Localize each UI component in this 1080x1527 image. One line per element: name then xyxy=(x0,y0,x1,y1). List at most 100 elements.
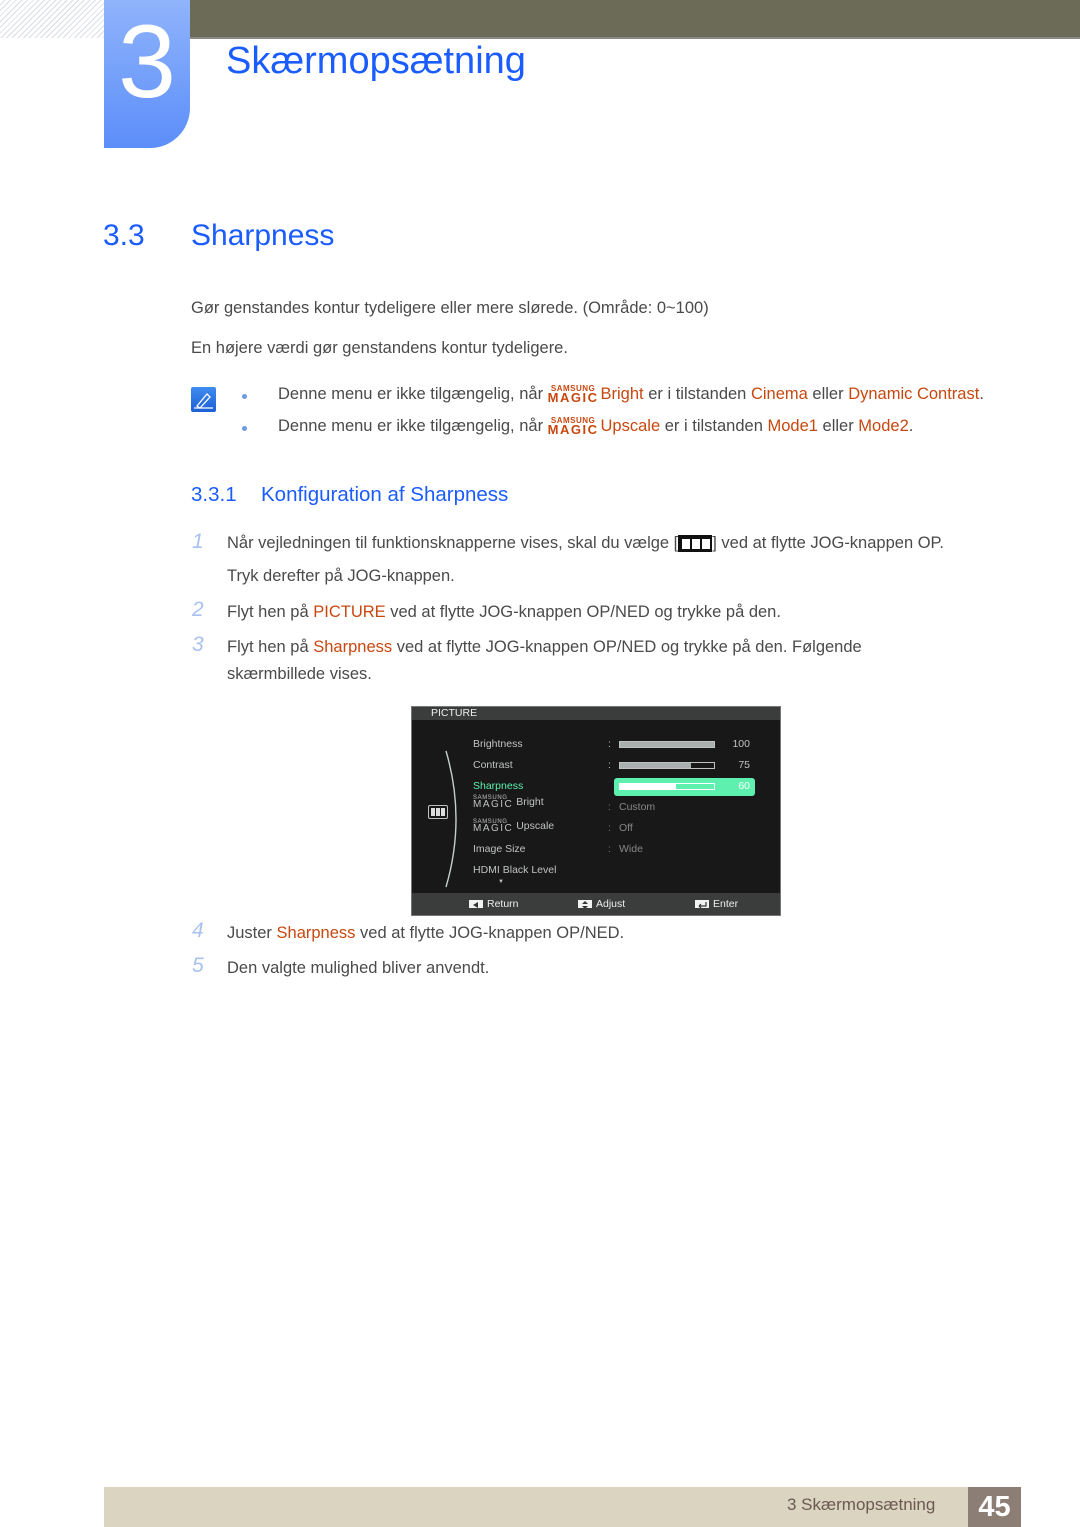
osd-magic-upscale-value: Off xyxy=(619,822,633,834)
step-text: Juster xyxy=(227,924,272,942)
step-text: Når vejledningen til funktionsknapperne … xyxy=(227,534,679,552)
menu-button-icon xyxy=(678,535,713,553)
note-text: Denne menu er ikke tilgængelig, når xyxy=(278,417,544,435)
step-number: 3 xyxy=(192,633,204,656)
samsung-magic-logo: SAMSUNG MAGIC xyxy=(547,384,599,405)
chapter-title: Skærmopsætning xyxy=(226,40,526,82)
note-mode: Mode1 xyxy=(767,417,818,435)
left-arrow-icon xyxy=(469,900,483,909)
osd-sharpness-value: 60 xyxy=(738,780,750,792)
osd-colon: : xyxy=(608,738,611,750)
samsung-magic-logo: SAMSUNG MAGIC xyxy=(473,795,514,810)
note-text: . xyxy=(908,417,914,435)
note-text: . xyxy=(979,385,984,403)
step-3-continued: skærmbillede vises. xyxy=(227,665,372,683)
note-2: Denne menu er ikke tilgængelig, når SAMS… xyxy=(278,416,914,437)
note-text: er i tilstanden xyxy=(648,385,747,403)
step-number: 5 xyxy=(192,954,204,977)
osd-image-size-value: Wide xyxy=(619,843,643,855)
page-number: 45 xyxy=(968,1487,1021,1527)
subsection-title: Konfiguration af Sharpness xyxy=(261,483,509,506)
note-mode: Dynamic Contrast xyxy=(848,385,980,403)
section-number: 3.3 xyxy=(103,219,145,252)
subsection-number: 3.3.1 xyxy=(191,483,237,506)
header-bar xyxy=(190,0,1080,39)
osd-title: PICTURE xyxy=(412,707,780,720)
osd-item-hdmi-black-level[interactable]: HDMI Black Level xyxy=(473,864,556,876)
intro-paragraph-2: En højere værdi gør genstandens kontur t… xyxy=(191,339,568,357)
osd-contrast-value: 75 xyxy=(738,759,750,771)
osd-item-image-size[interactable]: Image Size xyxy=(473,843,526,855)
bullet xyxy=(242,394,247,399)
step-text: Flyt hen på xyxy=(227,603,309,621)
bullet xyxy=(242,426,247,431)
step-highlight: Sharpness xyxy=(313,638,393,656)
osd-return-button[interactable]: Return xyxy=(469,898,519,910)
step-1: Når vejledningen til funktionsknapperne … xyxy=(227,534,944,553)
bar-fill xyxy=(620,784,677,789)
step-number: 2 xyxy=(192,598,204,621)
step-text: ved at flytte JOG-knappen OP/NED. xyxy=(360,924,625,942)
osd-adjust-button[interactable]: Adjust xyxy=(578,898,625,910)
osd-brightness-bar xyxy=(619,741,715,748)
footer-chapter-label: 3 Skærmopsætning xyxy=(787,1495,936,1514)
osd-item-brightness[interactable]: Brightness xyxy=(473,738,523,750)
osd-item-sharpness[interactable]: Sharpness xyxy=(473,780,523,792)
osd-menu-icon xyxy=(428,805,448,819)
step-4: Juster Sharpness ved at flytte JOG-knapp… xyxy=(227,924,624,943)
step-text: ved at flytte JOG-knappen OP/NED og tryk… xyxy=(396,638,862,656)
step-number: 1 xyxy=(192,530,204,553)
note-text: eller xyxy=(822,417,854,435)
note-text: er i tilstanden xyxy=(664,417,763,435)
osd-contrast-bar xyxy=(619,762,715,769)
step-text: ] ved at flytte JOG-knappen OP. xyxy=(712,534,944,552)
step-2: Flyt hen på PICTURE ved at flytte JOG-kn… xyxy=(227,603,781,622)
step-text: Flyt hen på xyxy=(227,638,309,656)
note-mode: Cinema xyxy=(750,385,808,403)
bar-fill xyxy=(620,742,714,747)
bar-fill xyxy=(620,763,691,768)
step-1-continued: Tryk derefter på JOG-knappen. xyxy=(227,567,455,585)
osd-brightness-value: 100 xyxy=(732,738,750,750)
note-text: eller xyxy=(812,385,844,403)
osd-item-magic-upscale[interactable]: SAMSUNG MAGIC Upscale xyxy=(473,819,555,834)
note-feature: Upscale xyxy=(600,417,661,435)
header-hatch-decoration xyxy=(0,0,104,38)
osd-colon: : xyxy=(608,822,611,834)
step-3: Flyt hen på Sharpness ved at flytte JOG-… xyxy=(227,638,862,657)
osd-footer-label: Enter xyxy=(713,898,739,910)
osd-item-magic-bright[interactable]: SAMSUNG MAGIC Bright xyxy=(473,795,544,810)
section-title: Sharpness xyxy=(191,219,335,252)
enter-icon xyxy=(695,900,709,909)
scroll-down-arrow-icon[interactable]: ▼ xyxy=(498,879,504,885)
samsung-magic-logo: SAMSUNG MAGIC xyxy=(473,819,514,834)
step-5: Den valgte mulighed bliver anvendt. xyxy=(227,959,490,977)
chapter-number: 3 xyxy=(118,4,176,120)
note-text: Denne menu er ikke tilgængelig, når xyxy=(278,385,544,403)
osd-footer-label: Return xyxy=(487,898,519,910)
osd-picture-menu: PICTURE Brightness : 100 Contrast : 75 S… xyxy=(411,706,781,916)
samsung-magic-logo: SAMSUNG MAGIC xyxy=(547,416,599,437)
step-number: 4 xyxy=(192,919,204,942)
up-down-arrow-icon xyxy=(578,900,592,910)
osd-item-contrast[interactable]: Contrast xyxy=(473,759,513,771)
osd-arc-decoration xyxy=(445,750,457,888)
osd-colon: : xyxy=(608,843,611,855)
osd-magic-bright-value: Custom xyxy=(619,801,656,813)
note-1: Denne menu er ikke tilgængelig, når SAMS… xyxy=(278,384,984,405)
osd-sharpness-bar[interactable] xyxy=(619,783,715,790)
note-feature: Bright xyxy=(600,385,644,403)
osd-item-label: Bright xyxy=(516,796,544,809)
intro-paragraph-1: Gør genstandes kontur tydeligere eller m… xyxy=(191,299,709,317)
step-highlight: PICTURE xyxy=(313,603,386,621)
osd-colon: : xyxy=(608,780,611,792)
note-pencil-icon xyxy=(191,387,216,412)
osd-footer-label: Adjust xyxy=(596,898,626,910)
step-text: ved at flytte JOG-knappen OP/NED og tryk… xyxy=(390,603,781,621)
osd-colon: : xyxy=(608,801,611,813)
osd-footer: Return Adjust Enter xyxy=(412,893,780,915)
osd-item-label: Upscale xyxy=(516,820,555,833)
osd-enter-button[interactable]: Enter xyxy=(695,898,738,910)
note-mode: Mode2 xyxy=(858,417,909,435)
step-highlight: Sharpness xyxy=(276,924,356,942)
